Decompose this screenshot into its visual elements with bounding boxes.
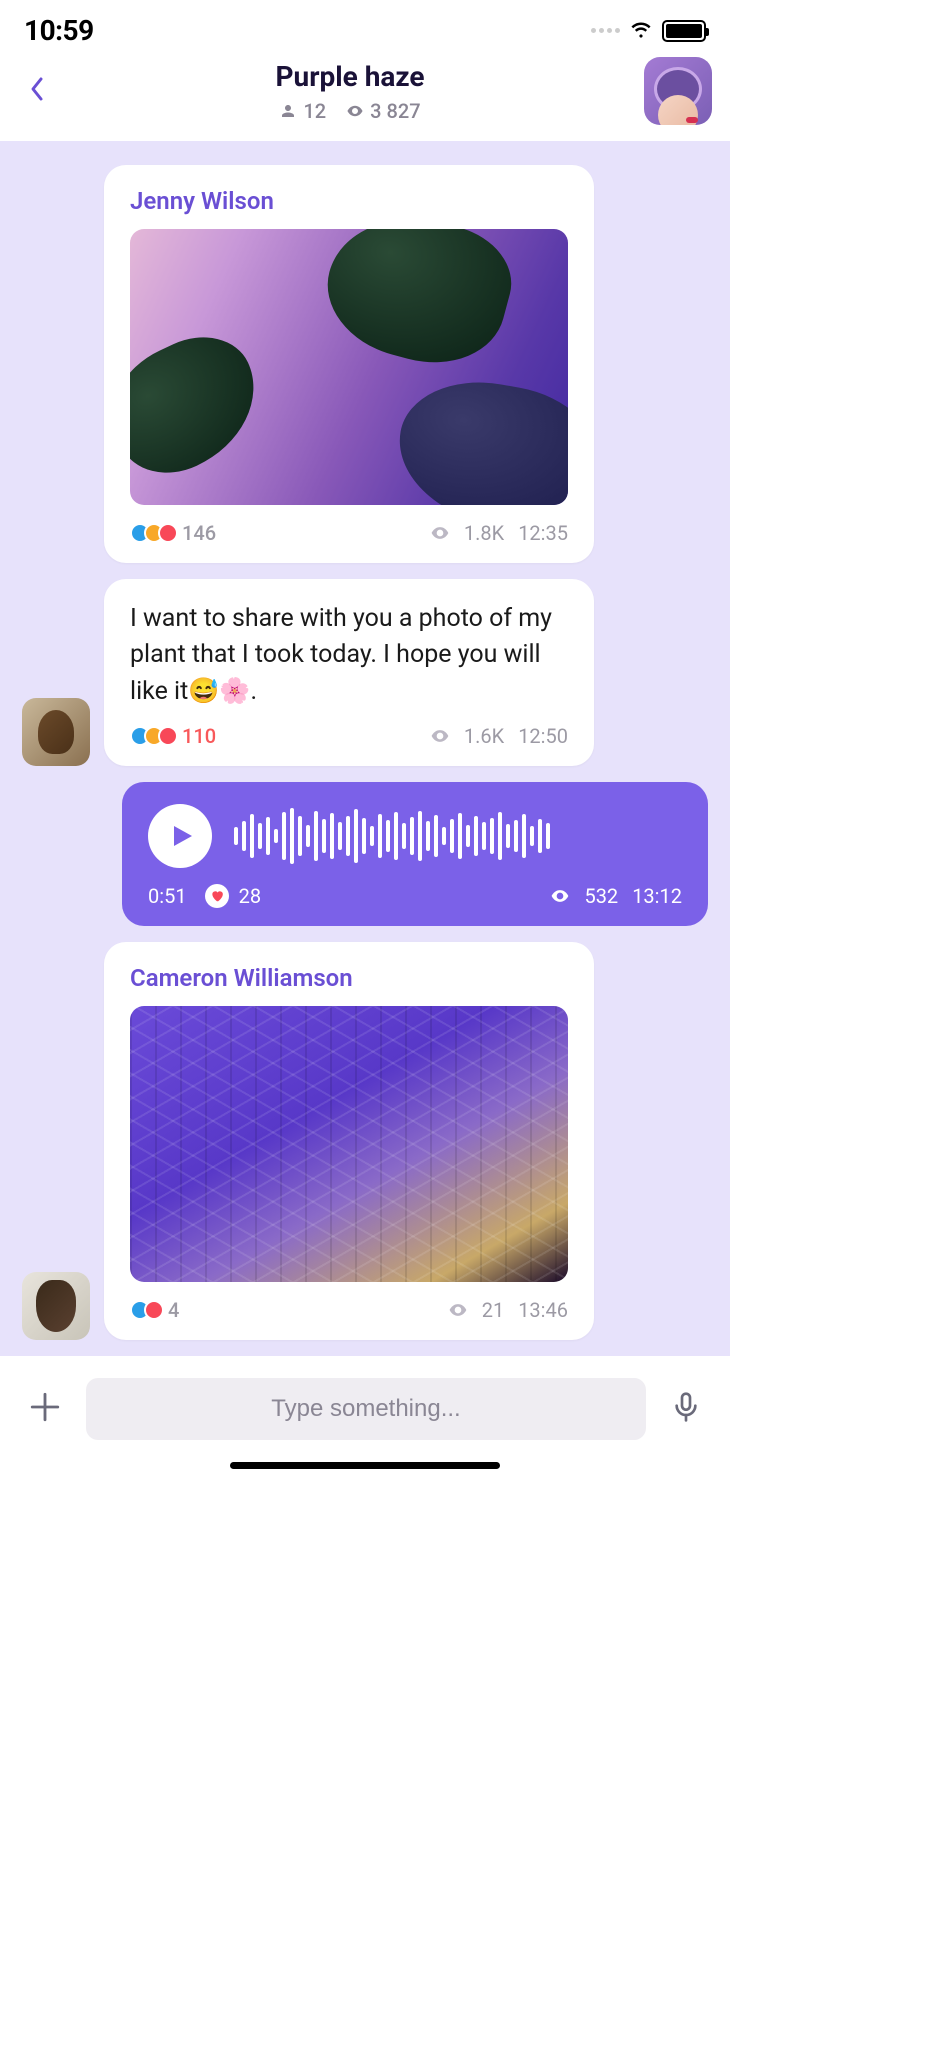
eye-icon	[550, 886, 570, 906]
audio-message-bubble[interactable]: 0:51 28 532 13:12	[122, 782, 708, 926]
wifi-icon	[628, 16, 654, 46]
message-time: 12:50	[518, 724, 568, 748]
view-count: 532	[584, 884, 618, 908]
voice-button[interactable]	[664, 1385, 708, 1433]
message-text: I want to share with you a photo of my p…	[130, 601, 568, 710]
message-meta: 21 13:46	[448, 1298, 568, 1322]
reactions[interactable]: 110	[130, 724, 216, 748]
back-button[interactable]	[18, 67, 56, 115]
audio-waveform[interactable]	[234, 808, 682, 864]
reaction-icons	[130, 1300, 158, 1320]
message-image[interactable]	[130, 229, 568, 505]
message-bubble[interactable]: Cameron Williamson 4 21 13:46	[104, 942, 594, 1340]
message-row-own: 0:51 28 532 13:12	[0, 782, 730, 942]
status-time: 10:59	[24, 14, 94, 47]
reaction-count: 28	[239, 884, 261, 908]
sender-name: Jenny Wilson	[130, 187, 568, 215]
plus-icon	[28, 1390, 62, 1424]
reactions[interactable]: 4	[130, 1298, 179, 1322]
view-count: 1.8K	[464, 521, 504, 545]
message-bubble[interactable]: Jenny Wilson 146 1.8K 12:35	[104, 165, 594, 563]
message-time: 12:35	[518, 521, 568, 545]
reactions[interactable]: 146	[130, 521, 216, 545]
message-composer	[0, 1356, 730, 1452]
message-meta: 1.6K 12:50	[430, 724, 568, 748]
user-avatar[interactable]	[22, 698, 90, 766]
view-count: 21	[482, 1298, 504, 1322]
message-meta: 532 13:12	[550, 884, 682, 908]
eye-icon	[430, 523, 450, 543]
sender-name: Cameron Williamson	[130, 964, 568, 992]
chat-meta: 12 3 827	[56, 99, 644, 123]
chat-members: 12	[279, 99, 326, 123]
eye-icon	[346, 102, 364, 120]
chat-header: Purple haze 12 3 827	[0, 53, 730, 141]
person-icon	[279, 102, 297, 120]
eye-icon	[448, 1300, 468, 1320]
chat-area: Jenny Wilson 146 1.8K 12:35	[0, 141, 730, 1356]
chat-avatar[interactable]	[644, 57, 712, 125]
bubble-footer: 0:51 28 532 13:12	[148, 884, 682, 908]
play-icon	[170, 824, 194, 848]
reaction-icons	[130, 523, 172, 543]
message-image[interactable]	[130, 1006, 568, 1282]
microphone-icon	[670, 1391, 702, 1423]
cellular-dots-icon	[591, 28, 620, 33]
reactions[interactable]: 28	[205, 884, 261, 908]
bubble-footer: 146 1.8K 12:35	[130, 521, 568, 545]
reaction-count: 146	[182, 521, 216, 545]
message-row: Cameron Williamson 4 21 13:46	[0, 942, 730, 1356]
message-row: Jenny Wilson 146 1.8K 12:35	[0, 165, 730, 579]
message-input-wrap[interactable]	[86, 1378, 646, 1440]
message-time: 13:46	[518, 1298, 568, 1322]
eye-icon	[430, 726, 450, 746]
reaction-count: 4	[168, 1298, 179, 1322]
message-meta: 1.8K 12:35	[430, 521, 568, 545]
header-center[interactable]: Purple haze 12 3 827	[56, 60, 644, 123]
bubble-footer: 4 21 13:46	[130, 1298, 568, 1322]
view-count: 1.6K	[464, 724, 504, 748]
status-icons	[591, 16, 706, 46]
message-input[interactable]	[110, 1395, 622, 1423]
message-bubble[interactable]: I want to share with you a photo of my p…	[104, 579, 594, 766]
battery-icon	[662, 20, 706, 42]
reaction-count: 110	[182, 724, 216, 748]
bubble-footer: 110 1.6K 12:50	[130, 724, 568, 748]
status-bar: 10:59	[0, 0, 730, 53]
audio-duration: 0:51	[148, 884, 187, 908]
message-time: 13:12	[632, 884, 682, 908]
message-row: I want to share with you a photo of my p…	[0, 579, 730, 782]
user-avatar[interactable]	[22, 1272, 90, 1340]
reaction-icons	[130, 726, 172, 746]
chat-views: 3 827	[346, 99, 420, 123]
chat-title: Purple haze	[56, 60, 644, 93]
home-indicator[interactable]	[0, 1452, 730, 1479]
play-button[interactable]	[148, 804, 212, 868]
heart-icon	[205, 884, 229, 908]
attach-button[interactable]	[22, 1384, 68, 1434]
